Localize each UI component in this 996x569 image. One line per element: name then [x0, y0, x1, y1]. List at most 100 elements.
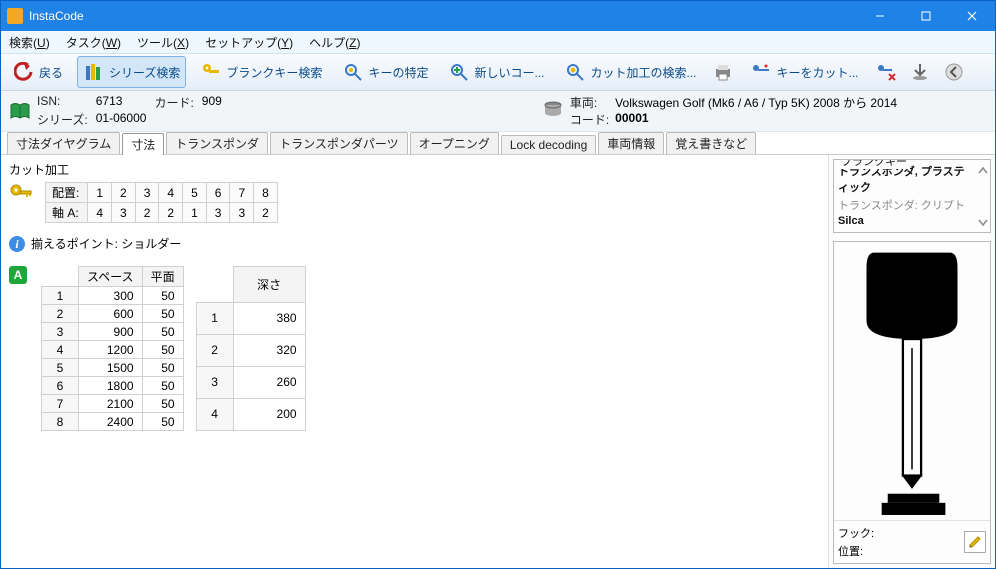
- info-left: ISN: 6713 カード: 909 シリーズ: 01-06000: [37, 94, 222, 128]
- key-cut-button[interactable]: キーをカット...: [744, 56, 864, 88]
- list-item[interactable]: トランスポンダ: クリプト: [836, 196, 974, 214]
- tab-vehicle-info[interactable]: 車両情報: [598, 132, 664, 154]
- magnifier-plus-icon: [448, 61, 470, 83]
- pos-cell: 7: [230, 183, 254, 203]
- axis-cell: 3: [112, 203, 136, 223]
- key-wand-icon: [750, 61, 772, 83]
- disc-icon: [542, 94, 564, 124]
- info-icon: i: [9, 236, 25, 252]
- pos-cell: 2: [112, 183, 136, 203]
- depth-table: 深さ 1380 2320 3260 4200: [196, 266, 306, 431]
- window-buttons: [857, 1, 995, 31]
- chevron-down-icon[interactable]: [978, 218, 988, 228]
- menu-task[interactable]: タスク(W): [62, 33, 125, 52]
- a-badge-icon: A: [9, 266, 27, 284]
- back-label: 戻る: [39, 64, 63, 81]
- chevron-up-icon[interactable]: [978, 166, 988, 176]
- table-row: 260050: [42, 305, 184, 323]
- tab-diagram[interactable]: 寸法ダイヤグラム: [7, 132, 120, 154]
- axis-cell: 3: [230, 203, 254, 223]
- clear-key-button[interactable]: [873, 56, 899, 88]
- plane-header: 平面: [142, 267, 183, 287]
- menu-tool[interactable]: ツール(X): [133, 33, 193, 52]
- tab-lock-decoding[interactable]: Lock decoding: [501, 135, 596, 154]
- pos-cell: 3: [135, 183, 159, 203]
- blank-search-button[interactable]: ブランクキー検索: [194, 56, 328, 88]
- table-row: 2320: [196, 334, 305, 366]
- key-icon: [9, 182, 33, 206]
- card-value: 909: [202, 94, 222, 111]
- key-preview: [834, 242, 990, 520]
- table-row: 5150050: [42, 359, 184, 377]
- nav-back-icon: [943, 61, 965, 83]
- table-row: 8240050: [42, 413, 184, 431]
- magnifier-gear-icon: [564, 61, 586, 83]
- tab-transponder-parts[interactable]: トランスポンダパーツ: [270, 132, 408, 154]
- scrollbar[interactable]: [976, 166, 990, 228]
- tab-bar: 寸法ダイヤグラム 寸法 トランスポンダ トランスポンダパーツ オープニング Lo…: [1, 132, 995, 155]
- blank-key-panel: ブランクキー トランスポンダ, プラスティック トランスポンダ: クリプト Si…: [833, 159, 991, 233]
- pos-cell: 4: [159, 183, 183, 203]
- blank-search-label: ブランクキー検索: [226, 64, 322, 81]
- pos-cell: 5: [183, 183, 207, 203]
- back-button[interactable]: 戻る: [7, 56, 69, 88]
- align-point-value: ショルダー: [121, 235, 181, 252]
- menu-help[interactable]: ヘルプ(Z): [305, 33, 364, 52]
- new-code-button[interactable]: 新しいコー...: [442, 56, 550, 88]
- menu-setup[interactable]: セットアップ(Y): [201, 33, 297, 52]
- printer-icon: [712, 61, 734, 83]
- axis-cell: 2: [254, 203, 278, 223]
- info-right: 車両: Volkswagen Golf (Mk6 / A6 / Typ 5K) …: [542, 94, 897, 128]
- app-title: InstaCode: [29, 9, 857, 23]
- series-label: シリーズ:: [37, 111, 88, 128]
- space-header: スペース: [79, 267, 143, 287]
- back-arrow-icon: [13, 61, 35, 83]
- key-cut-label: キーをカット...: [776, 64, 858, 81]
- axis-label: 軸 A:: [46, 203, 88, 223]
- history-back-button[interactable]: [941, 56, 967, 88]
- blank-key-title: ブランクキー: [838, 159, 910, 169]
- isn-label: ISN:: [37, 94, 88, 111]
- series-value: 01-06000: [96, 111, 147, 128]
- edit-button[interactable]: [964, 531, 986, 553]
- books-icon: [83, 61, 105, 83]
- list-item[interactable]: Silca: [836, 214, 974, 228]
- axis-cell: 3: [206, 203, 230, 223]
- menu-search[interactable]: 検索(U): [5, 33, 54, 52]
- keys-icon: [200, 61, 222, 83]
- tab-memo[interactable]: 覚え書きなど: [666, 132, 756, 154]
- new-code-label: 新しいコー...: [474, 64, 544, 81]
- close-button[interactable]: [949, 1, 995, 31]
- table-row: 7210050: [42, 395, 184, 413]
- tab-transponder[interactable]: トランスポンダ: [166, 132, 268, 154]
- code-label: コード:: [570, 111, 609, 128]
- section-title: カット加工: [9, 161, 820, 178]
- download-button[interactable]: [907, 56, 933, 88]
- table-row: 4120050: [42, 341, 184, 359]
- position-label: 位置:: [838, 543, 874, 559]
- maximize-button[interactable]: [903, 1, 949, 31]
- table-row: 4200: [196, 398, 305, 430]
- series-search-button[interactable]: シリーズ検索: [77, 56, 186, 88]
- title-bar: InstaCode: [1, 1, 995, 31]
- table-row: 130050: [42, 287, 184, 305]
- code-value: 00001: [615, 111, 897, 128]
- pos-cell: 8: [254, 183, 278, 203]
- minimize-button[interactable]: [857, 1, 903, 31]
- cut-search-button[interactable]: カット加工の検索...: [558, 56, 702, 88]
- key-x-icon: [875, 61, 897, 83]
- key-props: フック: 位置:: [834, 520, 990, 563]
- tab-dimensions[interactable]: 寸法: [122, 133, 164, 155]
- space-table: スペース 平面 130050 260050 390050 4120050 515…: [41, 266, 184, 431]
- vehicle-value: Volkswagen Golf (Mk6 / A6 / Typ 5K) 2008…: [615, 94, 897, 111]
- axis-cell: 1: [183, 203, 207, 223]
- key-preview-panel: フック: 位置:: [833, 241, 991, 564]
- print-button[interactable]: [710, 56, 736, 88]
- hook-label: フック:: [838, 525, 874, 541]
- table-row: 390050: [42, 323, 184, 341]
- main-content: カット加工 配置: 1 2 3 4 5 6: [1, 155, 828, 568]
- isn-value: 6713: [96, 94, 147, 111]
- menu-bar: 検索(U) タスク(W) ツール(X) セットアップ(Y) ヘルプ(Z): [1, 31, 995, 54]
- key-identify-button[interactable]: キーの特定: [336, 56, 434, 88]
- tab-opening[interactable]: オープニング: [410, 132, 499, 154]
